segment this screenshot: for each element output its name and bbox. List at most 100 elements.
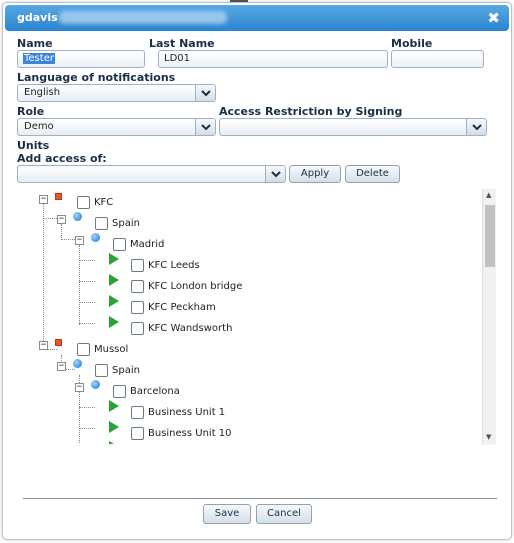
node-checkbox[interactable] [131,258,144,272]
scrollbar-thumb[interactable] [485,205,495,267]
node-checkbox[interactable] [131,321,144,335]
tree-node-unit[interactable]: Business Unit 10 [131,425,232,441]
collapse-toggle-icon[interactable]: − [75,236,84,245]
node-checkbox[interactable] [113,237,126,251]
unit-arrow-icon [109,295,119,307]
scroll-down-icon[interactable]: ▼ [486,433,491,441]
redacted-email [59,11,227,24]
tree-node-company[interactable]: KFC [77,194,113,210]
cancel-button[interactable]: Cancel [256,504,312,524]
tree-node-company[interactable]: Mussol [77,341,128,357]
add-access-label: Add access of: [17,152,107,165]
chevron-down-icon[interactable] [466,119,486,135]
unit-arrow-icon [109,441,119,444]
collapse-toggle-icon[interactable]: − [57,362,66,371]
tree-connector [79,245,80,325]
chevron-down-icon[interactable] [265,166,285,182]
node-label: KFC London bridge [148,280,243,292]
company-square-icon [55,339,62,346]
tree-node-unit[interactable]: KFC Leeds [131,257,200,273]
name-value: Tester [23,53,55,64]
node-checkbox[interactable] [77,195,90,209]
node-label: KFC Peckham [148,301,216,313]
tree-node-region[interactable]: Spain [95,362,140,378]
tree-node-unit[interactable]: Business Unit 1 [131,404,225,420]
mobile-field[interactable] [391,50,484,68]
collapse-toggle-icon[interactable]: − [75,383,84,392]
dialog-titlebar[interactable]: gdavis ✖ [5,5,509,31]
tree-node-city[interactable]: Madrid [113,236,164,252]
tree-connector [79,281,95,282]
collapse-toggle-icon[interactable]: − [39,195,48,204]
region-dot-icon [91,380,100,389]
collapse-toggle-icon[interactable]: − [39,341,48,350]
tree-connector [79,302,95,303]
tree-connector [43,203,44,349]
node-label: Business Unit 1 [148,406,226,418]
language-label: Language of notifications [17,71,176,84]
tree-node-region[interactable]: Spain [95,215,140,231]
footer-divider [23,498,497,499]
unit-arrow-icon [109,421,119,433]
apply-button[interactable]: Apply [289,165,341,183]
mobile-label: Mobile [391,37,433,50]
node-checkbox[interactable] [95,363,108,377]
restriction-label: Access Restriction by Signing [219,105,403,118]
tree-connector [61,224,62,240]
language-select[interactable]: English [17,84,216,102]
tree-connector [79,323,95,324]
tree-node-unit[interactable]: KFC Peckham [131,299,216,315]
node-label: Mussol [94,343,129,355]
collapse-toggle-icon[interactable]: − [57,215,66,224]
tree-node-city[interactable]: Barcelona [113,383,180,399]
node-label: Business Unit 10 [148,427,232,439]
unit-arrow-icon [109,274,119,286]
tree-node-unit[interactable]: KFC Wandsworth [131,320,232,336]
node-checkbox[interactable] [95,216,108,230]
role-select[interactable]: Demo [17,118,216,136]
dialog-title: gdavis [17,11,58,24]
unit-arrow-icon [109,316,119,328]
close-icon[interactable]: ✖ [487,9,500,27]
tree-connector [79,407,95,408]
units-tree: − KFC − Spain − Madrid KFC Leeds KFC Lon… [27,187,497,444]
node-checkbox[interactable] [131,300,144,314]
tree-scrollbar[interactable]: ▲ ▼ [482,189,496,445]
restriction-select[interactable] [219,118,487,136]
tree-connector [43,218,57,219]
units-label: Units [17,139,50,152]
name-label: Name [17,37,53,50]
save-button[interactable]: Save [203,504,251,524]
tree-connector [79,260,95,261]
tree-connector [61,239,75,240]
region-dot-icon [73,212,82,221]
lastname-field[interactable]: LD01 [158,50,388,68]
role-value: Demo [24,121,54,132]
region-dot-icon [91,233,100,242]
node-label: Barcelona [130,385,180,397]
name-field[interactable]: Tester [17,50,145,68]
node-checkbox[interactable] [131,426,144,440]
node-checkbox[interactable] [77,342,90,356]
node-label: Spain [112,217,140,229]
node-checkbox[interactable] [113,384,126,398]
node-checkbox[interactable] [131,279,144,293]
node-label: KFC Leeds [148,259,200,271]
delete-button[interactable]: Delete [345,165,400,183]
node-label: Spain [112,364,140,376]
add-access-select[interactable] [17,165,286,183]
node-label: KFC [94,196,114,208]
chevron-down-icon[interactable] [195,119,215,135]
region-dot-icon [73,359,82,368]
unit-arrow-icon [109,253,119,265]
edit-user-dialog: gdavis ✖ Name Last Name Mobile Tester LD… [2,2,512,540]
chevron-down-icon[interactable] [195,85,215,101]
tree-node-unit[interactable]: KFC London bridge [131,278,242,294]
unit-arrow-icon [109,400,119,412]
tree-connector [79,428,95,429]
scroll-up-icon[interactable]: ▲ [486,191,491,199]
language-value: English [24,87,61,98]
node-checkbox[interactable] [131,405,144,419]
role-label: Role [17,105,45,118]
lastname-label: Last Name [149,37,215,50]
